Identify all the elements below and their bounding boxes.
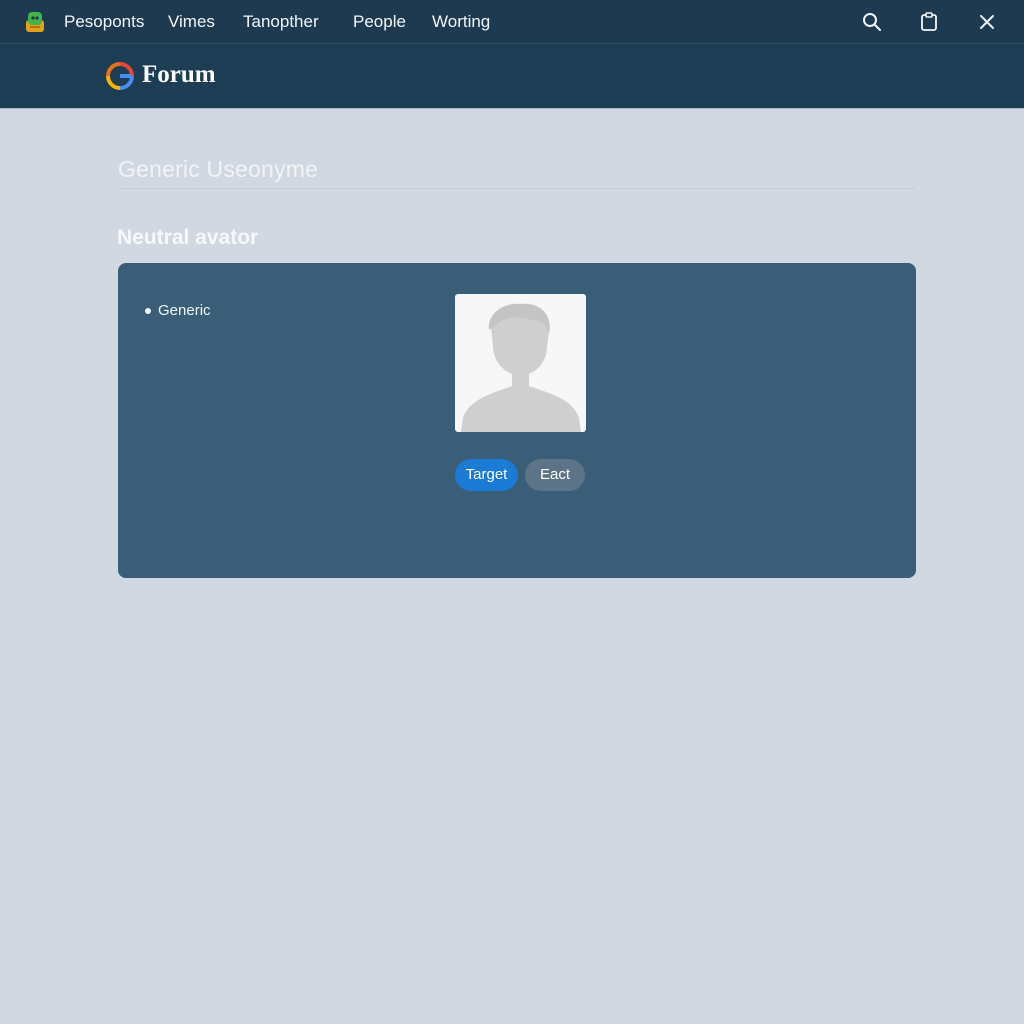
search-icon[interactable]	[861, 11, 883, 33]
nav-item-tanopther[interactable]: Tanopther	[243, 12, 319, 32]
app-icon[interactable]	[24, 11, 46, 33]
nav-item-vimes[interactable]: Vimes	[168, 12, 215, 32]
target-button[interactable]: Target	[455, 459, 518, 491]
bullet-dot	[145, 308, 151, 314]
brand-name[interactable]: Forum	[142, 61, 216, 89]
username-heading: Generic Useonyme	[118, 156, 319, 182]
nav-item-pesoponts[interactable]: Pesoponts	[64, 12, 144, 32]
avatar[interactable]	[455, 294, 586, 432]
divider	[118, 188, 915, 189]
nav-item-people[interactable]: People	[353, 12, 406, 32]
site-header: Forum	[0, 44, 1024, 108]
section-title: Neutral avator	[117, 226, 259, 249]
eact-button[interactable]: Eact	[525, 459, 585, 491]
avatar-silhouette-icon	[461, 303, 581, 432]
bullet-item-generic: Generic	[158, 302, 211, 319]
clipboard-icon[interactable]	[918, 11, 940, 33]
title-bar: Pesoponts Vimes Tanopther People Worting	[0, 0, 1024, 44]
close-icon[interactable]	[976, 11, 998, 33]
logo-icon[interactable]	[104, 60, 136, 92]
avatar-panel: Generic Target Eact	[118, 263, 916, 578]
nav-item-worting[interactable]: Worting	[432, 12, 490, 32]
